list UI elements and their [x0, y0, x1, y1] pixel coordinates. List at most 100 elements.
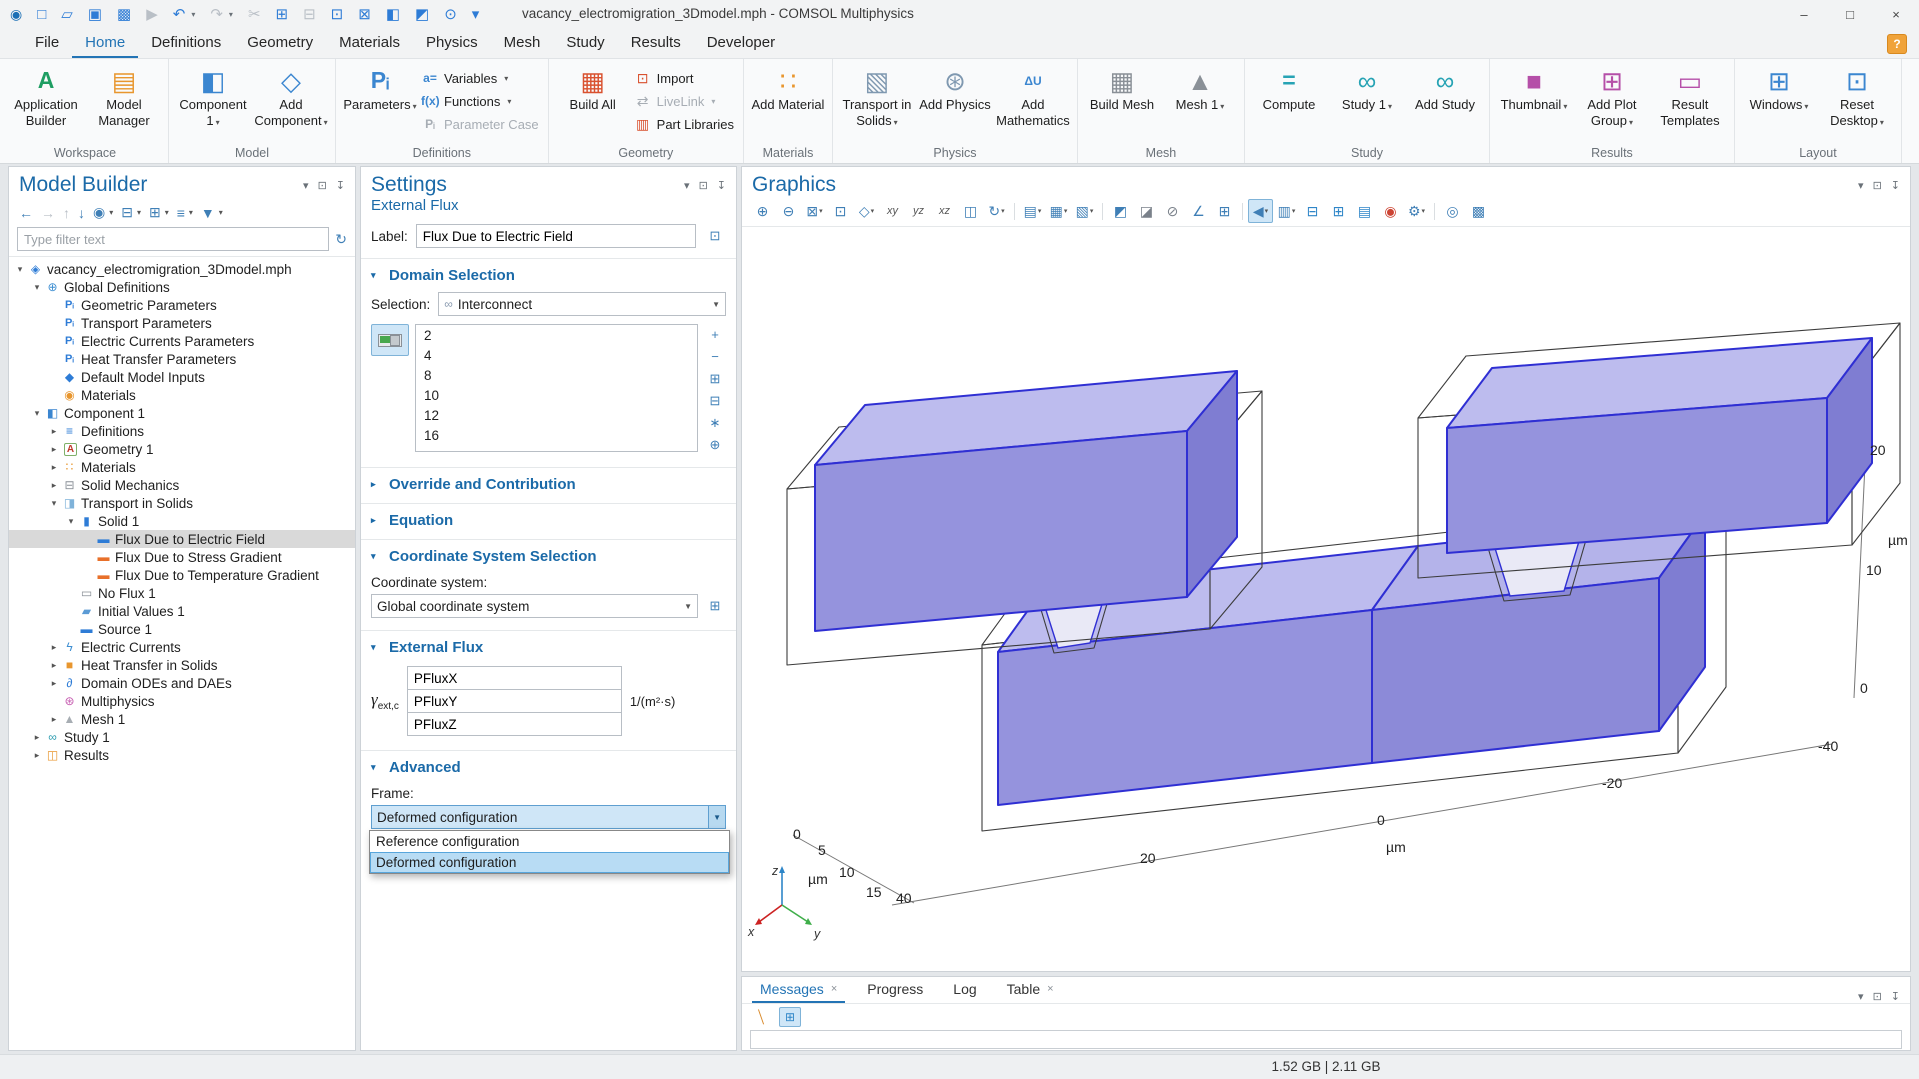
tree-expander[interactable]: ▾ [13, 264, 27, 275]
tree-node-vacancy-electromigration-3dmodel-mph[interactable]: ▾◈vacancy_electromigration_3Dmodel.mph [9, 260, 355, 278]
tab-study[interactable]: Study [553, 28, 617, 58]
close-icon[interactable]: × [1047, 983, 1053, 995]
section-external-flux[interactable]: ▾ External Flux [361, 631, 736, 664]
collapse-all-button[interactable]: ⊟ [121, 204, 133, 221]
tree-expander[interactable]: ▾ [30, 408, 44, 419]
view-yz-button[interactable]: yz [906, 199, 931, 223]
cut-icon[interactable]: ✂ [248, 7, 261, 22]
section-advanced[interactable]: ▾ Advanced [361, 751, 736, 784]
pin-panel-icon[interactable]: ↧ [717, 179, 726, 192]
study-1-button[interactable]: ∞Study 1▾ [1328, 59, 1406, 115]
tree-expander[interactable]: ▸ [47, 678, 61, 689]
compute-button[interactable]: =Compute [1250, 59, 1328, 113]
scene-windows-button[interactable]: ▥▾ [1274, 199, 1299, 223]
tree-node-default-model-inputs[interactable]: ◆Default Model Inputs [9, 368, 355, 386]
paste-selection-button[interactable]: ⊟ [704, 390, 726, 411]
tab-log[interactable]: Log [945, 977, 984, 1003]
run-icon[interactable]: ▶ [146, 7, 158, 22]
parameters-button[interactable]: PᵢParameters▾ [341, 59, 419, 115]
tree-node-initial-values-1[interactable]: ▰Initial Values 1 [9, 602, 355, 620]
tree-expander[interactable]: ▸ [47, 642, 61, 653]
find-icon[interactable]: ⊙ [444, 7, 457, 22]
image-settings-button[interactable]: ▦▾ [1046, 199, 1071, 223]
frame-option-reference-configuration[interactable]: Reference configuration [370, 831, 729, 852]
functions-button[interactable]: f(x)Functions▾ [421, 92, 539, 110]
domain-item-8[interactable]: 8 [416, 365, 697, 385]
section-domain-selection[interactable]: ▾ Domain Selection [361, 259, 736, 292]
tree-node-global-definitions[interactable]: ▾⊕Global Definitions [9, 278, 355, 296]
show-button[interactable]: ◉ [93, 204, 105, 221]
tree-expander[interactable]: ▸ [47, 714, 61, 725]
domain-item-10[interactable]: 10 [416, 385, 697, 405]
redo-icon[interactable]: ↷ [210, 7, 223, 22]
deselect-entities-button[interactable]: ◪ [1134, 199, 1159, 223]
remove-from-selection-button[interactable]: − [704, 346, 726, 367]
add-plot-group-button[interactable]: ⊞Add Plot Group▾ [1573, 59, 1651, 130]
section-override[interactable]: ▸ Override and Contribution [361, 468, 736, 501]
add-material-button[interactable]: ∷Add Material [749, 59, 827, 113]
frame-option-deformed-configuration[interactable]: Deformed configuration [370, 852, 729, 873]
panel-menu-icon[interactable]: ▾ [303, 179, 309, 192]
back-button[interactable]: ← [19, 205, 33, 221]
tree-node-flux-due-to-temperature-gradient[interactable]: ▬Flux Due to Temperature Gradient [9, 566, 355, 584]
tree-expander[interactable]: ▾ [47, 498, 61, 509]
build-mesh-button[interactable]: ▦Build Mesh [1083, 59, 1161, 113]
tree-node-flux-due-to-electric-field[interactable]: ▬Flux Due to Electric Field [9, 530, 355, 548]
add-component-button[interactable]: ◇Add Component▾ [252, 59, 330, 130]
zoom-in-button[interactable]: ⊕ [750, 199, 775, 223]
float-panel-icon[interactable]: ⊡ [1873, 179, 1882, 192]
tab-file[interactable]: File [22, 28, 72, 58]
windows-button[interactable]: ⊞Windows▾ [1740, 59, 1818, 115]
tree-node-electric-currents[interactable]: ▸ϟElectric Currents [9, 638, 355, 656]
active-toggle-button[interactable] [371, 324, 409, 356]
snapshot-button[interactable]: ◎ [1440, 199, 1465, 223]
comsol-logo-icon[interactable]: ◉ [10, 7, 22, 21]
tree-expander[interactable]: ▸ [30, 750, 44, 761]
refresh-icon[interactable]: ↻ [335, 231, 347, 248]
tree-node-geometry-1[interactable]: ▸AGeometry 1 [9, 440, 355, 458]
tree-node-definitions[interactable]: ▸≡Definitions [9, 422, 355, 440]
delete-icon[interactable]: ⊠ [358, 7, 371, 22]
domain-selection-list[interactable]: 248101216 [415, 324, 698, 452]
float-panel-icon[interactable]: ⊡ [1873, 990, 1882, 1003]
tab-messages[interactable]: Messages× [752, 977, 845, 1003]
environment-button[interactable]: ▧▾ [1072, 199, 1097, 223]
tree-node-heat-transfer-in-solids[interactable]: ▸■Heat Transfer in Solids [9, 656, 355, 674]
scene-appearance-button[interactable]: ▤▾ [1020, 199, 1045, 223]
tree-expander[interactable]: ▸ [47, 480, 61, 491]
livelink-button[interactable]: ⇄LiveLink▾ [634, 92, 734, 110]
model-manager-button[interactable]: ▤Model Manager [85, 59, 163, 128]
result-templates-button[interactable]: ▭Result Templates [1651, 59, 1729, 128]
copy-selection-button[interactable]: ⊞ [704, 368, 726, 389]
zoom-to-selection-button[interactable]: ⊕ [704, 434, 726, 455]
view-xz-button[interactable]: xz [932, 199, 957, 223]
customize-quick-access-icon[interactable]: ▾ [472, 7, 480, 22]
panel-menu-icon[interactable]: ▾ [1858, 990, 1864, 1003]
open-file-icon[interactable]: ▱ [61, 7, 73, 22]
tab-table[interactable]: Table× [999, 977, 1062, 1003]
expand-all-button[interactable]: ⊞ [149, 204, 161, 221]
part-libraries-button[interactable]: ▥Part Libraries [634, 115, 734, 133]
new-file-icon[interactable]: □ [37, 7, 46, 22]
save-icon[interactable]: ▣ [88, 7, 102, 22]
tree-node-materials[interactable]: ▸∷Materials [9, 458, 355, 476]
add-study-button[interactable]: ∞Add Study [1406, 59, 1484, 113]
tree-node-geometric-parameters[interactable]: PᵢGeometric Parameters [9, 296, 355, 314]
label-input[interactable] [416, 224, 696, 248]
tab-developer[interactable]: Developer [694, 28, 788, 58]
clear-messages-button[interactable]: ╲ [749, 1006, 774, 1029]
tree-expander[interactable]: ▸ [47, 426, 61, 437]
tree-node-no-flux-1[interactable]: ▭No Flux 1 [9, 584, 355, 602]
create-selection-button[interactable]: ∗ [704, 412, 726, 433]
reset-desktop-button[interactable]: ⊡Reset Desktop▾ [1818, 59, 1896, 130]
add-mathematics-button[interactable]: ΔUAdd Mathematics [994, 59, 1072, 128]
split-vertical-button[interactable]: ⊞ [1326, 199, 1351, 223]
tree-node-materials[interactable]: ◉Materials [9, 386, 355, 404]
tree-expander[interactable]: ▾ [30, 282, 44, 293]
add-to-selection-button[interactable]: + [704, 324, 726, 345]
tree-node-results[interactable]: ▸◫Results [9, 746, 355, 764]
pin-panel-icon[interactable]: ↧ [336, 179, 345, 192]
tree-node-source-1[interactable]: ▬Source 1 [9, 620, 355, 638]
tree-expander[interactable]: ▸ [47, 444, 61, 455]
tree-expander[interactable]: ▸ [30, 732, 44, 743]
